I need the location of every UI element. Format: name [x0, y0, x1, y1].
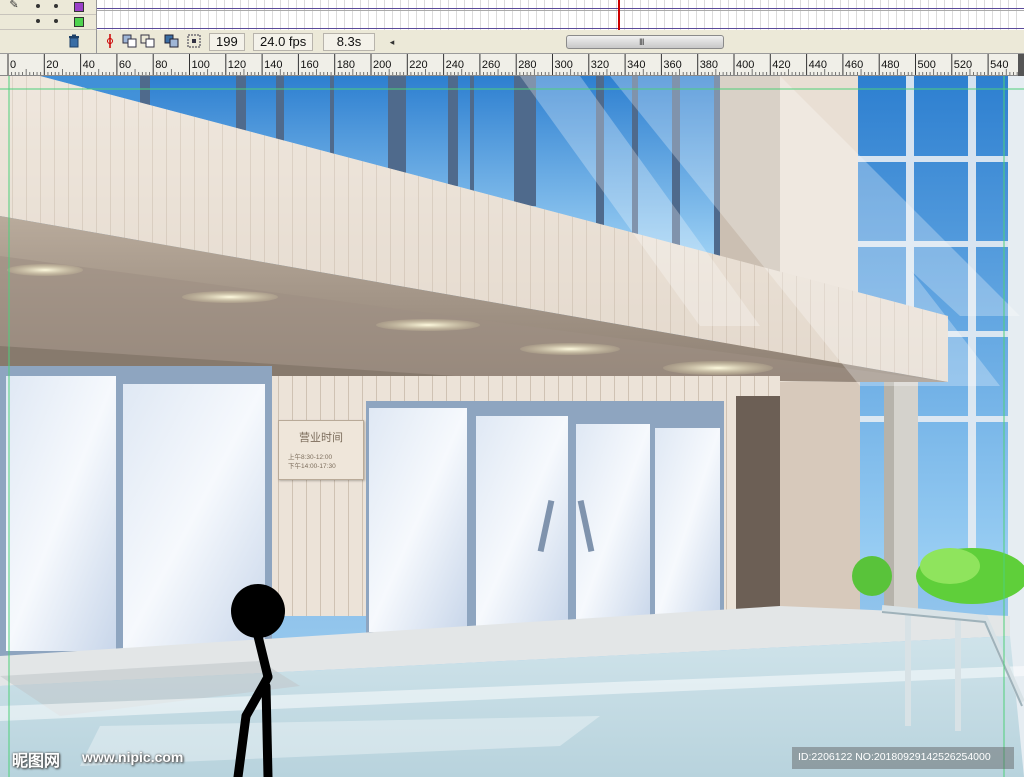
timeline-layers-panel: ✎ — [0, 0, 1024, 30]
ruler-tick-label: 260 — [482, 59, 500, 71]
ruler-tick-label: 400 — [736, 59, 754, 71]
entrance-door-left — [476, 416, 568, 628]
ruler-tick-label: 180 — [337, 59, 355, 71]
ruler-tick-label: 80 — [155, 59, 167, 71]
layer-row-2[interactable] — [0, 15, 96, 30]
timeline-horizontal-scrollbar[interactable]: III — [566, 35, 724, 49]
scroll-grip[interactable]: III — [639, 37, 644, 47]
image-id-text: ID:2206122 NO:20180929142526254000 — [798, 751, 991, 763]
ruler-tick-label: 140 — [264, 59, 282, 71]
ruler-tick-label: 20 — [46, 59, 58, 71]
ruler-tick-label: 220 — [409, 59, 427, 71]
ruler-tick-label: 420 — [772, 59, 790, 71]
image-id-bar: ID:2206122 NO:20180929142526254000 — [792, 747, 1014, 769]
flash-editor-window: ✎ 199 24.0 fps 8.3s ◂ III 0 20 40 60 80 … — [0, 0, 1024, 777]
onion-skin-icon[interactable] — [122, 34, 138, 50]
layer-frames-2 — [97, 28, 1024, 29]
visibility-dot[interactable] — [36, 4, 40, 8]
building-scene — [0, 76, 1024, 777]
scroll-left-arrow-icon[interactable]: ◂ — [384, 34, 400, 50]
watermark-brand: 昵图网 — [12, 751, 61, 770]
current-frame-field[interactable]: 199 — [209, 33, 245, 51]
ruler-tick-label: 240 — [446, 59, 464, 71]
delete-layer-icon[interactable] — [66, 34, 82, 50]
elapsed-time-field[interactable]: 8.3s — [323, 33, 375, 51]
ruler-tick-label: 480 — [881, 59, 899, 71]
sign-title: 营业时间 — [299, 432, 343, 444]
panel-divider — [96, 30, 97, 54]
ruler-tick-label: 520 — [954, 59, 972, 71]
ruler-tick-label: 340 — [627, 59, 645, 71]
lock-dot[interactable] — [54, 19, 58, 23]
layer-color-swatch[interactable] — [74, 2, 84, 12]
center-frame-icon[interactable] — [102, 34, 118, 50]
ruler-tick-label: 320 — [591, 59, 609, 71]
ruler-tick-label: 540 — [990, 59, 1008, 71]
ruler-tick-label: 0 — [10, 59, 16, 71]
ruler-tick-label: 200 — [373, 59, 391, 71]
layer-frames-divider — [97, 10, 1024, 11]
stage-ruler: 0 20 40 60 80 100 120 140 160 180 200 220 240 260 280 3… — [0, 54, 1024, 76]
ruler-end-cap — [1018, 54, 1024, 76]
layer-row-1[interactable]: ✎ — [0, 0, 96, 15]
layer-frames-1 — [97, 8, 1024, 9]
ruler-tick-label: 300 — [555, 59, 573, 71]
watermark-url: www.nipic.com — [82, 749, 184, 765]
ruler-tick-label: 280 — [518, 59, 536, 71]
lock-dot[interactable] — [54, 4, 58, 8]
layer-color-swatch[interactable] — [74, 17, 84, 27]
stage-canvas[interactable]: 营业时间 上午8:30-12:00 下午14:00-17:30 昵图网 www.… — [0, 76, 1024, 777]
ruler-tick-label: 440 — [809, 59, 827, 71]
ruler-tick-label: 60 — [119, 59, 131, 71]
edit-multiple-frames-icon[interactable] — [164, 34, 180, 50]
ruler-tick-label: 40 — [83, 59, 95, 71]
playhead[interactable] — [618, 0, 620, 30]
ruler-tick-label: 160 — [300, 59, 318, 71]
ruler-tick-label: 500 — [918, 59, 936, 71]
ruler-tick-label: 120 — [228, 59, 246, 71]
business-hours-sign: 营业时间 上午8:30-12:00 下午14:00-17:30 — [278, 420, 364, 480]
timeline-frames[interactable] — [96, 0, 1024, 30]
visibility-dot[interactable] — [36, 19, 40, 23]
ruler-ticks: 0 20 40 60 80 100 120 140 160 180 200 220 240 260 280 3… — [7, 54, 1018, 75]
onion-skin-outlines-icon[interactable] — [140, 34, 156, 50]
left-glass-pane-1 — [6, 376, 116, 651]
pencil-icon[interactable]: ✎ — [6, 0, 22, 13]
timeline-controls: 199 24.0 fps 8.3s ◂ III — [0, 30, 1024, 54]
frame-rate-field[interactable]: 24.0 fps — [253, 33, 314, 51]
ruler-tick-label: 100 — [192, 59, 210, 71]
ruler-tick-label: 460 — [845, 59, 863, 71]
modify-onion-markers-icon[interactable] — [186, 34, 202, 50]
ruler-tick-label: 360 — [663, 59, 681, 71]
sign-afternoon-hours: 下午14:00-17:30 — [288, 463, 336, 470]
ruler-tick-label: 380 — [700, 59, 718, 71]
